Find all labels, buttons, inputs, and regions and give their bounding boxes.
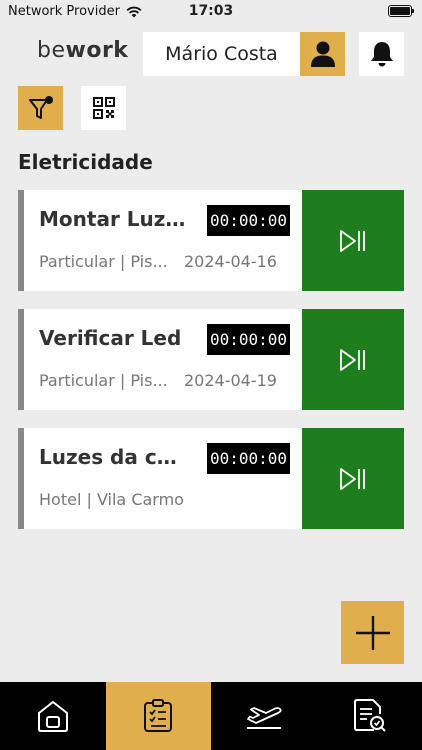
- task-title: Montar Luzes: [39, 207, 189, 231]
- home-icon: [37, 701, 68, 732]
- play-pause-button[interactable]: [302, 428, 404, 529]
- user-icon: [310, 41, 335, 67]
- task-card[interactable]: Luzes da coz... 00:00:00 Hotel | Vila Ca…: [18, 428, 404, 529]
- flight-icon: [246, 707, 282, 729]
- play-pause-button[interactable]: [302, 309, 404, 410]
- tab-travel[interactable]: [211, 682, 317, 750]
- bottom-navigation: [0, 682, 422, 750]
- status-time: 17:03: [188, 3, 234, 19]
- logo-prefix: be: [37, 38, 66, 63]
- logo-suffix: work: [65, 38, 129, 63]
- task-card[interactable]: Montar Luzes 00:00:00 Particular | Pis..…: [18, 190, 404, 291]
- qr-scan-button[interactable]: [81, 86, 126, 130]
- play-pause-icon: [340, 348, 365, 371]
- bell-icon: [370, 42, 393, 67]
- add-task-button[interactable]: [341, 601, 404, 664]
- user-name: Mário Costa: [165, 43, 278, 65]
- section-title: Eletricidade: [18, 150, 153, 174]
- tab-reports[interactable]: [317, 682, 422, 750]
- battery-icon: [388, 5, 414, 17]
- task-timer: 00:00:00: [207, 443, 290, 474]
- task-date: 2024-04-19: [184, 371, 277, 390]
- user-name-box[interactable]: Mário Costa: [143, 32, 300, 76]
- task-date: 2024-04-16: [184, 252, 277, 271]
- filter-icon: [28, 96, 53, 119]
- task-card-body[interactable]: Montar Luzes 00:00:00 Particular | Pis..…: [18, 190, 302, 291]
- plus-icon: [355, 615, 390, 650]
- profile-button[interactable]: [300, 32, 345, 76]
- play-pause-icon: [340, 229, 365, 252]
- play-pause-button[interactable]: [302, 190, 404, 291]
- status-bar: Network Provider 17:03: [0, 0, 422, 24]
- task-title: Luzes da coz...: [39, 445, 189, 469]
- tasks-icon: [144, 699, 173, 732]
- task-subtitle: Particular | Pis...: [39, 371, 168, 390]
- app-logo: bework: [37, 38, 128, 63]
- task-card[interactable]: Verificar Led 00:00:00 Particular | Pis.…: [18, 309, 404, 410]
- task-card-body[interactable]: Verificar Led 00:00:00 Particular | Pis.…: [18, 309, 302, 410]
- tab-home[interactable]: [0, 682, 106, 750]
- notifications-button[interactable]: [359, 32, 404, 76]
- filter-button[interactable]: [18, 86, 63, 130]
- task-card-body[interactable]: Luzes da coz... 00:00:00 Hotel | Vila Ca…: [18, 428, 302, 529]
- task-subtitle: Hotel | Vila Carmo: [39, 490, 184, 509]
- play-pause-icon: [340, 467, 365, 490]
- report-icon: [354, 699, 386, 732]
- qr-code-icon: [92, 97, 115, 119]
- task-timer: 00:00:00: [207, 205, 290, 236]
- task-subtitle: Particular | Pis...: [39, 252, 168, 271]
- task-timer: 00:00:00: [207, 324, 290, 355]
- tab-tasks[interactable]: [105, 682, 211, 750]
- task-title: Verificar Led: [39, 326, 182, 350]
